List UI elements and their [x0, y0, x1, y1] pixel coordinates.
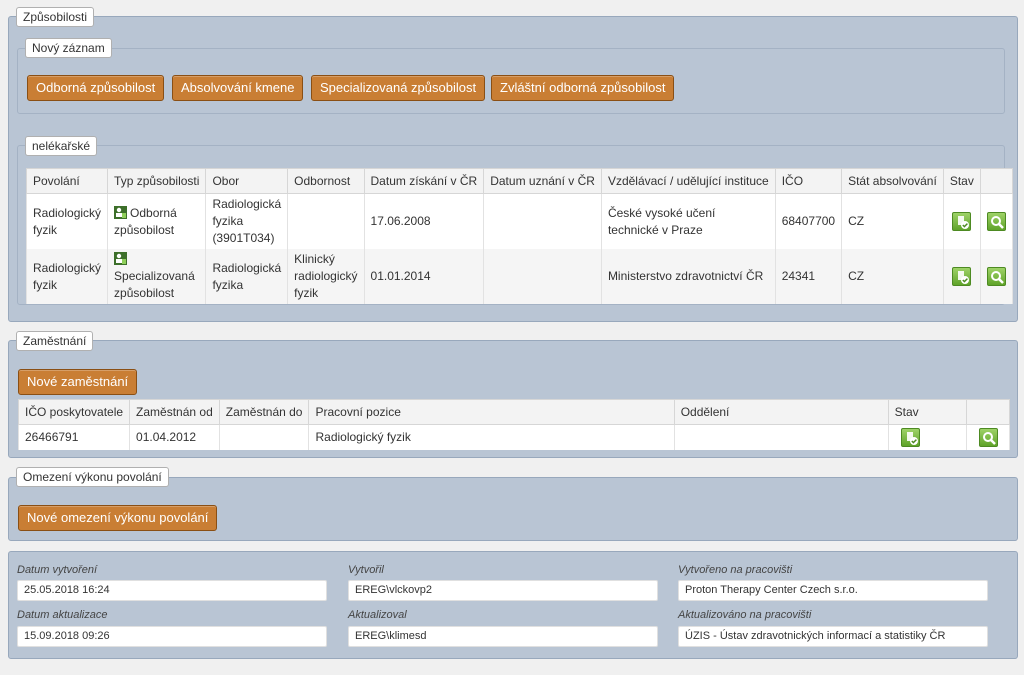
cell-povolani: Radiologický fyzik: [25, 193, 109, 249]
col-actions: [966, 399, 1010, 425]
table-header-row: Povolání Typ způsobilosti Obor Odbornost…: [25, 168, 1013, 194]
cell-od: 01.04.2012: [129, 424, 220, 450]
cell-stat: CZ: [841, 193, 944, 249]
nove-zamestnani-button[interactable]: Nové zaměstnání: [18, 369, 138, 395]
magnify-icon[interactable]: [978, 427, 998, 447]
table-row[interactable]: 26466791 01.04.2012 Radiologický fyzik: [17, 424, 1010, 450]
zpusobilosti-panel: Odborná způsobilost Absolvování kmene Sp…: [8, 16, 1018, 322]
status-approve-icon[interactable]: [952, 212, 972, 231]
datum-vytvoreni-field: 25.05.2018 16:24: [17, 580, 327, 601]
table-row[interactable]: Radiologický fyzik Specializovaná způsob…: [25, 249, 1013, 304]
datum-aktualizace-field: 15.09.2018 09:26: [17, 626, 327, 647]
zamestnani-panel: Nové zaměstnání IČO poskytovatele Zaměst…: [8, 340, 1018, 458]
cell-detail: [979, 193, 1013, 249]
zvlastni-odborna-zpusobilost-button[interactable]: Zvláštní odborná způsobilost: [491, 75, 675, 101]
col-actions: [979, 168, 1013, 194]
aktualizoval-field: EREG\klimesd: [348, 626, 658, 647]
cell-obor: Radiologická fyzika: [205, 249, 289, 304]
col-ico[interactable]: IČO: [774, 168, 843, 194]
status-approve-icon[interactable]: [900, 427, 920, 447]
cell-stat: CZ: [841, 249, 944, 304]
cell-detail: [966, 424, 1010, 450]
omezeni-title: Omezení výkonu povolání: [16, 467, 169, 487]
cell-detail: [979, 249, 1013, 304]
specializovana-zpusobilost-button[interactable]: Specializovaná způsobilost: [311, 75, 486, 101]
col-pracovni-pozice[interactable]: Pracovní pozice: [308, 399, 675, 425]
cell-datum-uznani: [483, 249, 602, 304]
cell-stav: [942, 249, 981, 304]
col-zamestnan-od[interactable]: Zaměstnán od: [129, 399, 220, 425]
datum-aktualizace-label: Datum aktualizace: [17, 609, 108, 621]
table-header-row: IČO poskytovatele Zaměstnán od Zaměstnán…: [17, 399, 1010, 425]
cell-ico: 24341: [774, 249, 843, 304]
nelekarske-title: nelékařské: [25, 136, 98, 156]
col-stav[interactable]: Stav: [942, 168, 981, 194]
col-ico-poskytovatele[interactable]: IČO poskytovatele: [17, 399, 131, 425]
zamestnani-title: Zaměstnání: [16, 331, 94, 351]
cell-datum-ziskani: 17.06.2008: [363, 193, 485, 249]
cell-typ: Odborná způsobilost: [107, 193, 207, 249]
cell-do: [218, 424, 310, 450]
cell-obor: Radiologická fyzika (3901T034): [205, 193, 289, 249]
absolvovani-kmene-button[interactable]: Absolvování kmene: [172, 75, 304, 101]
cell-povolani: Radiologický fyzik: [25, 249, 109, 304]
odborna-zpusobilost-button[interactable]: Odborná způsobilost: [27, 75, 165, 101]
nove-omezeni-button[interactable]: Nové omezení výkonu povolání: [18, 505, 218, 531]
person-badge-icon: [114, 205, 128, 219]
person-badge-icon: [114, 252, 128, 265]
vytvoreno-pracoviste-field: Proton Therapy Center Czech s.r.o.: [678, 580, 988, 601]
table-row[interactable]: Radiologický fyzik Odborná způsobilost R…: [25, 193, 1013, 249]
cell-odbornost: Klinický radiologický fyzik: [287, 249, 365, 304]
cell-pozice: Radiologický fyzik: [308, 424, 675, 450]
col-typ-zpusobilosti[interactable]: Typ způsobilosti: [107, 168, 207, 194]
cell-stav: [887, 424, 968, 450]
aktualizovano-pracoviste-label: Aktualizováno na pracovišti: [678, 609, 812, 621]
magnify-icon[interactable]: [986, 212, 1006, 231]
datum-vytvoreni-label: Datum vytvoření: [17, 564, 98, 576]
cell-typ: Specializovaná způsobilost: [107, 249, 207, 304]
zamestnani-table: IČO poskytovatele Zaměstnán od Zaměstnán…: [17, 399, 1010, 450]
vytvoril-label: Vytvořil: [348, 564, 384, 576]
cell-ico: 26466791: [17, 424, 131, 450]
col-povolani[interactable]: Povolání: [25, 168, 109, 194]
vytvoril-field: EREG\vlckovp2: [348, 580, 658, 601]
novy-zaznam-title: Nový záznam: [25, 38, 112, 58]
col-datum-uznani[interactable]: Datum uznání v ČR: [483, 168, 602, 194]
cell-instituce: České vysoké učení technické v Praze: [600, 193, 776, 249]
metadata-panel: Datum vytvoření 25.05.2018 16:24 Vytvoři…: [8, 551, 1018, 659]
magnify-icon[interactable]: [986, 267, 1006, 286]
col-oddeleni[interactable]: Oddělení: [673, 399, 889, 425]
cell-odbornost: [287, 193, 365, 249]
aktualizovano-pracoviste-field: ÚZIS - Ústav zdravotnických informací a …: [678, 626, 988, 647]
cell-instituce: Ministerstvo zdravotnictví ČR: [600, 249, 776, 304]
col-stat-absolvovani[interactable]: Stát absolvování: [841, 168, 944, 194]
cell-ico: 68407700: [774, 193, 843, 249]
vytvoreno-pracoviste-label: Vytvořeno na pracovišti: [678, 564, 793, 576]
cell-stav: [942, 193, 981, 249]
cell-typ-label: Specializovaná způsobilost: [114, 269, 195, 300]
col-datum-ziskani[interactable]: Datum získání v ČR: [363, 168, 485, 194]
status-approve-icon[interactable]: [952, 267, 972, 286]
cell-datum-ziskani: 01.01.2014: [363, 249, 485, 304]
cell-datum-uznani: [483, 193, 602, 249]
col-zamestnan-do[interactable]: Zaměstnán do: [218, 399, 310, 425]
col-stav[interactable]: Stav: [887, 399, 968, 425]
col-obor[interactable]: Obor: [205, 168, 289, 194]
aktualizoval-label: Aktualizoval: [348, 609, 407, 621]
zpusobilosti-title: Způsobilosti: [16, 7, 95, 27]
nelekarske-table: Povolání Typ způsobilosti Obor Odbornost…: [25, 168, 1013, 304]
col-instituce[interactable]: Vzdělávací / udělující instituce: [600, 168, 776, 194]
cell-oddeleni: [673, 424, 889, 450]
col-odbornost[interactable]: Odbornost: [287, 168, 365, 194]
